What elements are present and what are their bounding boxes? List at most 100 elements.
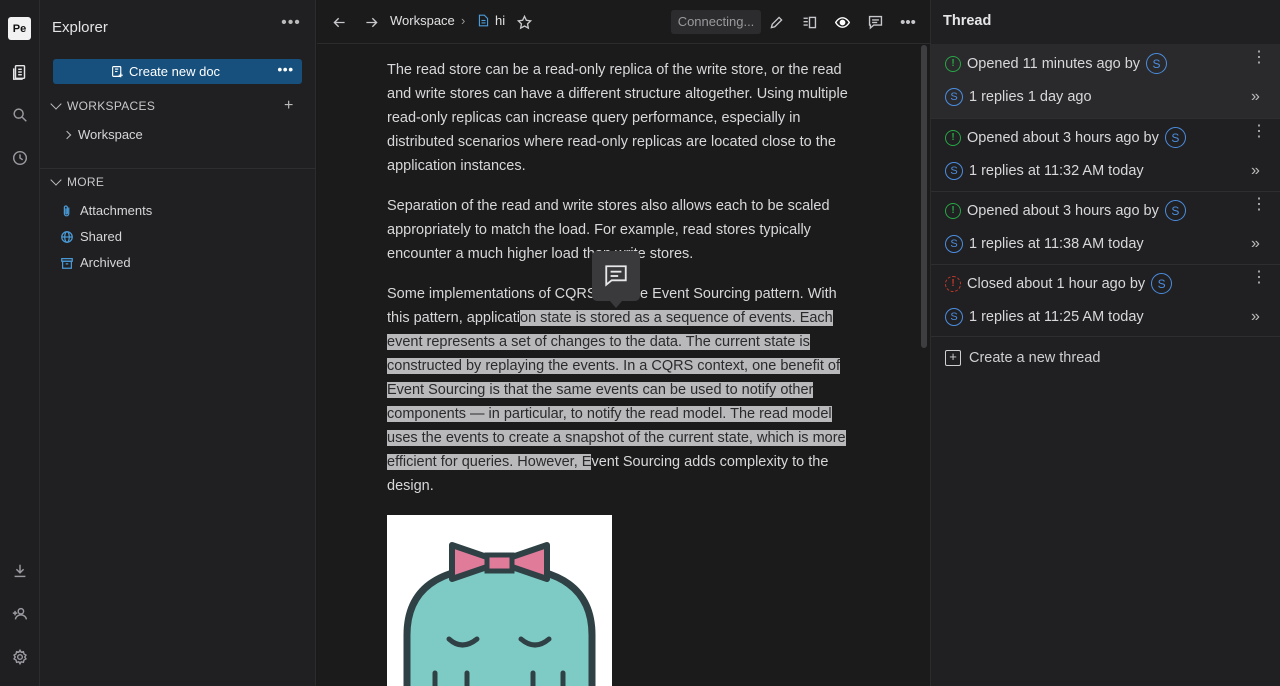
new-doc-icon <box>112 66 123 78</box>
avatar: S <box>945 235 963 253</box>
thread-panel-title: Thread <box>943 13 992 29</box>
breadcrumb-doc[interactable]: hi <box>477 13 505 28</box>
paragraph-1[interactable]: The read store can be a read-only replic… <box>387 58 857 178</box>
nav-item-archived[interactable]: Archived <box>60 255 131 270</box>
nav-item-attachments[interactable]: Attachments <box>60 203 152 218</box>
expand-thread-icon[interactable]: » <box>1251 162 1267 179</box>
edit-pencil-icon[interactable] <box>766 12 786 32</box>
avatar[interactable]: S <box>1164 200 1186 221</box>
document-editor[interactable]: The read store can be a read-only replic… <box>317 45 930 686</box>
expand-thread-icon[interactable]: » <box>1251 308 1267 325</box>
toc-layout-icon[interactable] <box>799 12 819 32</box>
thread-divider <box>931 336 1280 337</box>
archive-icon <box>61 257 73 269</box>
create-new-doc-label: Create new doc <box>129 64 221 79</box>
thread-header: ! Opened 11 minutes ago by S <box>945 53 1168 74</box>
breadcrumb-workspace[interactable]: Workspace <box>390 13 455 28</box>
embedded-image[interactable] <box>387 515 612 686</box>
paperclip-icon <box>63 204 70 216</box>
add-comment-button[interactable] <box>592 251 640 308</box>
settings-icon[interactable] <box>8 645 32 669</box>
workspace-logo[interactable]: Pe <box>8 17 31 40</box>
app-window: Pe Explorer ••• Create new doc ••• WORKS… <box>0 0 1280 686</box>
star-icon[interactable] <box>514 12 534 32</box>
forward-arrow-icon[interactable] <box>361 12 381 32</box>
thread-replies-text: 1 replies at 11:32 AM today <box>969 163 1144 179</box>
thread-opened-text: Opened 11 minutes ago by <box>967 55 1141 72</box>
thread-replies[interactable]: S 1 replies at 11:32 AM today <box>945 162 1144 180</box>
avatar[interactable]: S <box>1164 127 1186 148</box>
nav-item-shared[interactable]: Shared <box>60 229 122 244</box>
nav-divider <box>40 168 316 169</box>
breadcrumb-separator-icon: › <box>461 13 466 28</box>
doc-title: hi <box>495 13 506 28</box>
create-doc-more-button[interactable]: ••• <box>269 59 302 84</box>
chevron-down-icon <box>50 174 62 186</box>
workspaces-section-header[interactable]: WORKSPACES <box>50 98 156 113</box>
create-new-thread-label: Create a new thread <box>969 350 1101 366</box>
thread-menu-icon[interactable]: ⋮ <box>1251 270 1267 292</box>
thread-closed-text: Closed about 1 hour ago by <box>967 275 1146 292</box>
thread-replies[interactable]: S 1 replies 1 day ago <box>945 88 1092 106</box>
thread-replies[interactable]: S 1 replies at 11:38 AM today <box>945 235 1144 253</box>
thread-menu-icon[interactable]: ⋮ <box>1251 50 1267 72</box>
document-toolbar: Workspace › hi Connecting... ••• <box>317 0 930 44</box>
expand-thread-icon[interactable]: » <box>1251 88 1267 105</box>
more-header-label: MORE <box>67 175 105 189</box>
selected-text[interactable]: on state is stored as a sequence of even… <box>387 310 846 470</box>
comments-icon[interactable] <box>865 12 885 32</box>
connection-status: Connecting... <box>671 10 761 34</box>
open-status-icon: ! <box>945 55 961 72</box>
archived-label: Archived <box>80 255 131 270</box>
more-section-header[interactable]: MORE <box>50 174 105 189</box>
chevron-down-icon <box>50 98 62 110</box>
avatar: S <box>945 88 963 106</box>
thread-replies[interactable]: S 1 replies at 11:25 AM today <box>945 308 1144 326</box>
recent-icon[interactable] <box>8 146 32 170</box>
thread-menu-icon[interactable]: ⋮ <box>1251 124 1267 146</box>
app-rail: Pe <box>0 0 40 686</box>
chevron-right-icon <box>62 130 72 139</box>
shared-label: Shared <box>80 229 122 244</box>
thread-card[interactable]: ! Opened 11 minutes ago by S ⋮ S 1 repli… <box>931 44 1280 118</box>
thread-header: ! Closed about 1 hour ago by S <box>945 273 1173 294</box>
navigator-panel: Explorer ••• Create new doc ••• WORKSPAC… <box>40 0 316 686</box>
thread-replies-text: 1 replies at 11:25 AM today <box>969 309 1144 325</box>
avatar[interactable]: S <box>1151 273 1173 294</box>
attachments-label: Attachments <box>80 203 153 218</box>
add-workspace-icon[interactable]: + <box>284 97 293 115</box>
closed-status-icon: ! <box>945 275 961 292</box>
thread-card[interactable]: ! Opened about 3 hours ago by S ⋮ S 1 re… <box>931 191 1280 264</box>
add-box-icon: + <box>945 350 961 366</box>
thread-header: ! Opened about 3 hours ago by S <box>945 200 1186 221</box>
thread-panel: Thread ! Opened 11 minutes ago by S ⋮ S … <box>930 0 1280 686</box>
open-status-icon: ! <box>945 129 961 146</box>
comment-icon <box>605 265 627 287</box>
expand-thread-icon[interactable]: » <box>1251 235 1267 252</box>
thread-menu-icon[interactable]: ⋮ <box>1251 197 1267 219</box>
avatar: S <box>945 308 963 326</box>
eye-icon[interactable] <box>832 12 852 32</box>
thread-card[interactable]: ! Opened about 3 hours ago by S ⋮ S 1 re… <box>931 118 1280 191</box>
thread-header: ! Opened about 3 hours ago by S <box>945 127 1186 148</box>
thread-replies-text: 1 replies 1 day ago <box>969 89 1092 105</box>
thread-opened-text: Opened about 3 hours ago by <box>967 202 1159 219</box>
search-icon[interactable] <box>8 103 32 127</box>
workspace-item-label: Workspace <box>78 127 143 142</box>
workspaces-header-label: WORKSPACES <box>67 99 156 113</box>
paragraph-3[interactable]: Some implementations of CQRS use the Eve… <box>387 282 857 498</box>
more-options-icon[interactable]: ••• <box>898 12 918 32</box>
download-icon[interactable] <box>8 559 32 583</box>
navigator-more-button[interactable]: ••• <box>280 15 302 36</box>
avatar[interactable]: S <box>1146 53 1168 74</box>
thread-card[interactable]: ! Closed about 1 hour ago by S ⋮ S 1 rep… <box>931 264 1280 336</box>
create-new-thread-button[interactable]: + Create a new thread <box>945 350 1100 366</box>
back-arrow-icon[interactable] <box>329 12 349 32</box>
tree-item-workspace[interactable]: Workspace <box>62 127 143 142</box>
invite-icon[interactable] <box>8 602 32 626</box>
editor-scrollbar-thumb[interactable] <box>921 45 927 348</box>
documents-icon[interactable] <box>8 60 32 84</box>
create-new-doc-button[interactable]: Create new doc ••• <box>53 59 302 84</box>
globe-icon <box>61 230 73 243</box>
ghost-illustration <box>403 542 596 686</box>
